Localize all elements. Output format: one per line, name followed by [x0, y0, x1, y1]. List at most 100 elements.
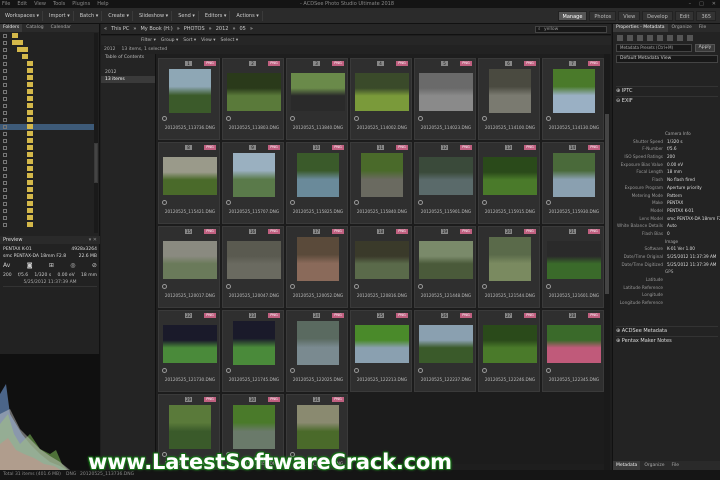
- thumbnail-image[interactable]: [419, 73, 473, 111]
- edit-icon[interactable]: [627, 35, 633, 41]
- toolbar-button[interactable]: Send ▾: [175, 11, 199, 21]
- select-checkbox-icon[interactable]: [290, 284, 295, 289]
- section-exif[interactable]: ⊖ EXIF: [616, 96, 718, 104]
- filter-menu[interactable]: Select ▾: [221, 37, 239, 44]
- metadata-value[interactable]: 5/25/2012 11:37:39 AM: [667, 261, 716, 269]
- metadata-preset-select[interactable]: Metadata Presets (Ctrl+M): [616, 44, 692, 52]
- thumbnail-image[interactable]: [355, 241, 409, 279]
- thumbnail-image[interactable]: [169, 69, 211, 113]
- expand-icon[interactable]: [3, 97, 7, 101]
- metadata-value[interactable]: Camera Info: [665, 130, 691, 138]
- thumbnail[interactable]: 3 PNG 20120525_113840.DNG: [286, 58, 348, 140]
- thumbnail[interactable]: 5 PNG 20120525_114023.DNG: [414, 58, 476, 140]
- metadata-value[interactable]: PENTAX K-01: [667, 207, 694, 215]
- thumbnail-image[interactable]: [355, 325, 409, 363]
- filter-menu[interactable]: Sort ▾: [183, 37, 196, 44]
- thumbnail[interactable]: 28 PNG 20120525_122345.DNG: [542, 310, 604, 392]
- tab-properties-metadata[interactable]: Properties - Metadata: [613, 24, 668, 32]
- select-checkbox-icon[interactable]: [290, 368, 295, 373]
- bottom-tab-metadata[interactable]: Metadata: [613, 461, 641, 470]
- menu-item-help[interactable]: Help: [97, 0, 108, 8]
- category-icon[interactable]: [687, 35, 693, 41]
- menu-item-view[interactable]: View: [34, 0, 46, 8]
- thumbnail-image[interactable]: [553, 153, 595, 197]
- thumbnail-image[interactable]: [483, 157, 537, 195]
- close-button[interactable]: ✕: [712, 0, 716, 8]
- select-checkbox-icon[interactable]: [418, 200, 423, 205]
- grid-scrollbar[interactable]: [604, 54, 610, 470]
- grid-scroll-thumb[interactable]: [605, 114, 609, 294]
- select-checkbox-icon[interactable]: [482, 116, 487, 121]
- metadata-value[interactable]: 0: [667, 230, 670, 238]
- select-checkbox-icon[interactable]: [482, 200, 487, 205]
- toc-items[interactable]: 13 items: [101, 76, 155, 83]
- expand-icon[interactable]: [3, 181, 7, 185]
- expand-icon[interactable]: [3, 118, 7, 122]
- thumbnail[interactable]: 17 PNG 20120525_120052.DNG: [286, 226, 348, 308]
- metadata-value[interactable]: 18 mm: [667, 168, 682, 176]
- expand-icon[interactable]: [3, 202, 7, 206]
- thumbnail[interactable]: 24 PNG 20120525_122025.DNG: [286, 310, 348, 392]
- select-checkbox-icon[interactable]: [482, 368, 487, 373]
- metadata-value[interactable]: Aperture priority: [667, 184, 702, 192]
- thumbnail[interactable]: 27 PNG 20120525_122246.DNG: [478, 310, 540, 392]
- thumbnail-image[interactable]: [163, 157, 217, 195]
- expand-icon[interactable]: [3, 216, 7, 220]
- thumbnail-image[interactable]: [227, 73, 281, 111]
- breadcrumb-item[interactable]: This PC: [111, 26, 129, 33]
- select-checkbox-icon[interactable]: [162, 200, 167, 205]
- thumbnail[interactable]: 14 PNG 20120525_115930.DNG: [542, 142, 604, 224]
- expand-icon[interactable]: [3, 125, 7, 129]
- select-checkbox-icon[interactable]: [418, 284, 423, 289]
- menu-item-plugins[interactable]: Plugins: [72, 0, 90, 8]
- toolbar-button[interactable]: Workspaces ▾: [2, 11, 44, 21]
- metadata-value[interactable]: 1/320 s: [667, 138, 683, 146]
- thumbnail[interactable]: 21 PNG 20120525_121601.DNG: [542, 226, 604, 308]
- rating-icon[interactable]: [657, 35, 663, 41]
- select-checkbox-icon[interactable]: [546, 116, 551, 121]
- menu-item-edit[interactable]: Edit: [17, 0, 27, 8]
- folder-tree-item[interactable]: [0, 124, 94, 130]
- filter-menu[interactable]: Filter ▾: [141, 37, 156, 44]
- breadcrumb-item[interactable]: My Book (H:): [140, 26, 172, 33]
- section-iptc[interactable]: ⊕ IPTC: [616, 86, 718, 94]
- menu-item-file[interactable]: File: [2, 0, 10, 8]
- thumbnail-image[interactable]: [227, 241, 281, 279]
- expand-icon[interactable]: [3, 153, 7, 157]
- folder-tree-item[interactable]: [0, 61, 94, 67]
- expand-icon[interactable]: [3, 83, 7, 87]
- folder-tree-item[interactable]: [0, 96, 94, 102]
- expand-icon[interactable]: [3, 160, 7, 164]
- thumbnail-image[interactable]: [419, 241, 473, 279]
- thumbnail-image[interactable]: [233, 153, 275, 197]
- folder-tree-item[interactable]: [0, 187, 94, 193]
- bottom-tab-file[interactable]: File: [668, 461, 682, 470]
- folder-tree-item[interactable]: [0, 117, 94, 123]
- folder-tree[interactable]: [0, 33, 100, 233]
- toc-year[interactable]: 2012: [101, 69, 155, 76]
- thumbnail[interactable]: 16 PNG 20120525_120047.DNG: [222, 226, 284, 308]
- thumbnail-image[interactable]: [297, 405, 339, 449]
- metadata-value[interactable]: Auto: [667, 222, 677, 230]
- expand-icon[interactable]: [3, 62, 7, 66]
- select-checkbox-icon[interactable]: [418, 368, 423, 373]
- select-checkbox-icon[interactable]: [354, 368, 359, 373]
- thumbnail-image[interactable]: [233, 321, 275, 365]
- label-icon[interactable]: [647, 35, 653, 41]
- thumbnail[interactable]: 10 PNG 20120525_115825.DNG: [286, 142, 348, 224]
- mode-edit[interactable]: Edit: [674, 11, 695, 21]
- folder-tree-item[interactable]: [0, 173, 94, 179]
- thumbnail-image[interactable]: [419, 157, 473, 195]
- folder-tree-item[interactable]: [0, 103, 94, 109]
- thumbnail-image[interactable]: [297, 153, 339, 197]
- folder-tree-item[interactable]: [0, 54, 94, 60]
- menu-item-tools[interactable]: Tools: [53, 0, 65, 8]
- expand-icon[interactable]: [3, 34, 7, 38]
- thumbnail-image[interactable]: [361, 153, 403, 197]
- folder-tree-item[interactable]: [0, 89, 94, 95]
- metadata-value[interactable]: f/5.6: [667, 145, 677, 153]
- metadata-value[interactable]: Pattern: [667, 192, 682, 200]
- toolbar-button[interactable]: Slideshow ▾: [136, 11, 173, 21]
- metadata-value[interactable]: 0.00 eV: [667, 161, 683, 169]
- thumbnail-image[interactable]: [291, 73, 345, 111]
